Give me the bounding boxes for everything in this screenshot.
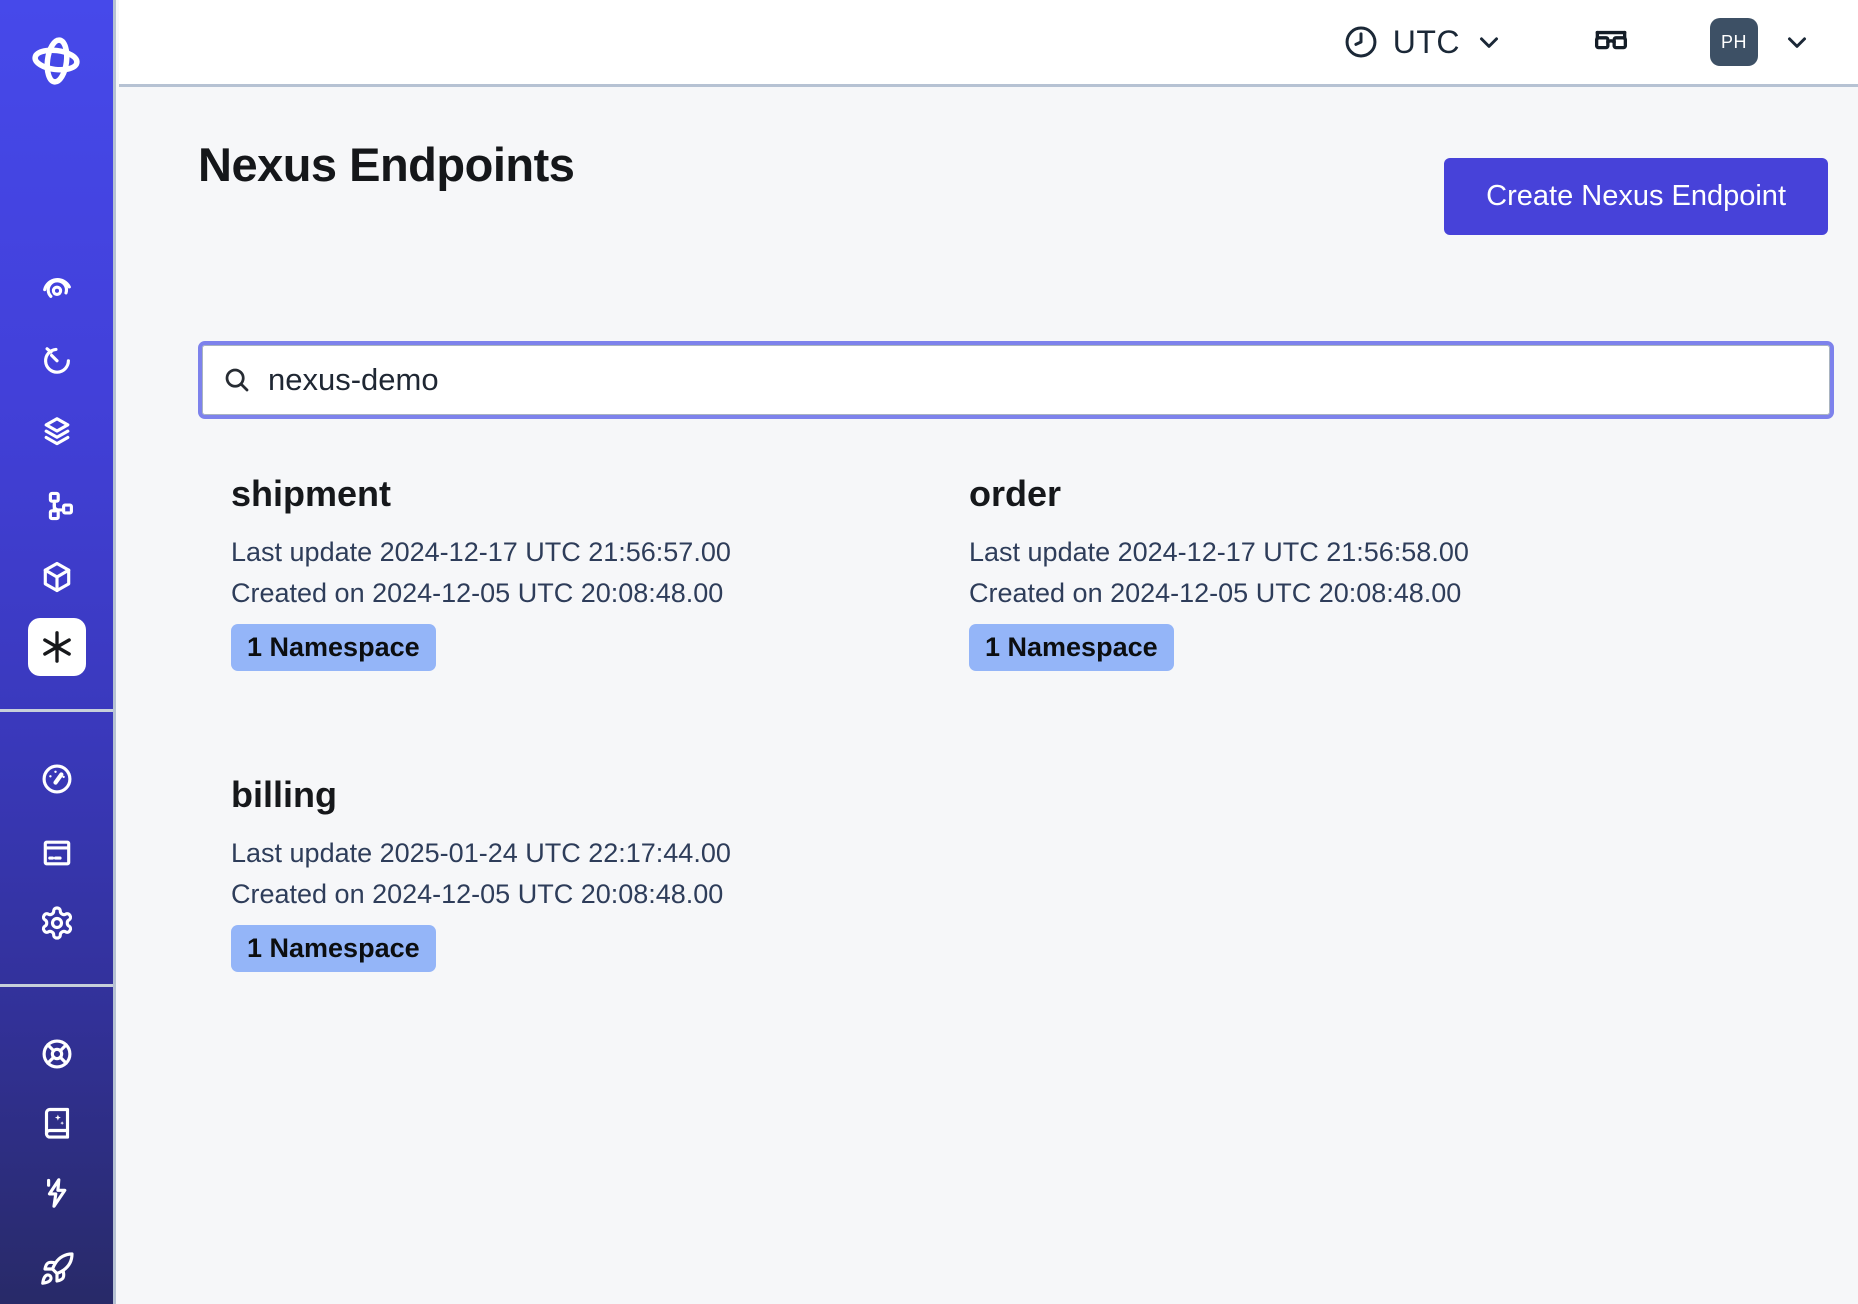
endpoint-name-link[interactable]: shipment <box>231 470 931 518</box>
endpoint-last-update: Last update 2024-12-17 UTC 21:56:57.00 <box>231 532 931 573</box>
endpoint-card: shipment Last update 2024-12-17 UTC 21:5… <box>231 470 931 671</box>
main-content: Nexus Endpoints Create Nexus Endpoint sh… <box>119 90 1858 1304</box>
search-input[interactable] <box>268 362 1810 398</box>
namespace-badge: 1 Namespace <box>969 624 1174 671</box>
timezone-selector[interactable]: UTC <box>1343 24 1504 61</box>
endpoint-name-link[interactable]: billing <box>231 771 931 819</box>
sidebar-divider <box>0 984 113 987</box>
glasses-button[interactable] <box>1590 21 1632 63</box>
timezone-label: UTC <box>1393 24 1460 61</box>
life-ring-icon[interactable] <box>38 1035 76 1073</box>
clock-icon <box>1343 24 1379 60</box>
namespace-badge: 1 Namespace <box>231 624 436 671</box>
sidebar-item-nexus-active[interactable] <box>28 618 86 676</box>
endpoint-created-on: Created on 2024-12-05 UTC 20:08:48.00 <box>231 874 931 915</box>
chevron-down-icon <box>1782 27 1812 57</box>
topbar: UTC PH <box>119 0 1858 87</box>
cube-icon[interactable] <box>38 558 76 596</box>
sidebar <box>0 0 116 1304</box>
endpoint-last-update: Last update 2025-01-24 UTC 22:17:44.00 <box>231 833 931 874</box>
search-box <box>198 341 1834 419</box>
namespace-badge: 1 Namespace <box>231 925 436 972</box>
billing-card-icon[interactable] <box>38 834 76 872</box>
glasses-icon <box>1590 21 1632 63</box>
temporal-logo[interactable] <box>29 30 85 97</box>
endpoint-created-on: Created on 2024-12-05 UTC 20:08:48.00 <box>231 573 931 614</box>
timer-icon[interactable] <box>38 340 76 378</box>
asterisk-icon <box>37 627 77 667</box>
endpoint-last-update: Last update 2024-12-17 UTC 21:56:58.00 <box>969 532 1669 573</box>
rocket-icon[interactable] <box>38 1250 76 1288</box>
sidebar-divider <box>0 709 113 712</box>
lightning-icon[interactable] <box>38 1174 76 1212</box>
search-icon <box>222 365 252 395</box>
page-title: Nexus Endpoints <box>198 137 574 192</box>
endpoint-cards: shipment Last update 2024-12-17 UTC 21:5… <box>231 470 1707 972</box>
endpoint-card: billing Last update 2025-01-24 UTC 22:17… <box>231 771 931 972</box>
book-sparkles-icon[interactable] <box>38 1104 76 1142</box>
chevron-down-icon <box>1474 27 1504 57</box>
endpoint-created-on: Created on 2024-12-05 UTC 20:08:48.00 <box>969 573 1669 614</box>
avatar[interactable]: PH <box>1710 18 1758 66</box>
gauge-icon[interactable] <box>38 760 76 798</box>
endpoint-name-link[interactable]: order <box>969 470 1669 518</box>
spiral-icon[interactable] <box>38 270 76 308</box>
endpoint-card: order Last update 2024-12-17 UTC 21:56:5… <box>969 470 1669 671</box>
workflow-icon[interactable] <box>38 487 76 525</box>
gear-icon[interactable] <box>38 904 76 942</box>
create-nexus-endpoint-button[interactable]: Create Nexus Endpoint <box>1444 158 1828 235</box>
layers-icon[interactable] <box>38 412 76 450</box>
